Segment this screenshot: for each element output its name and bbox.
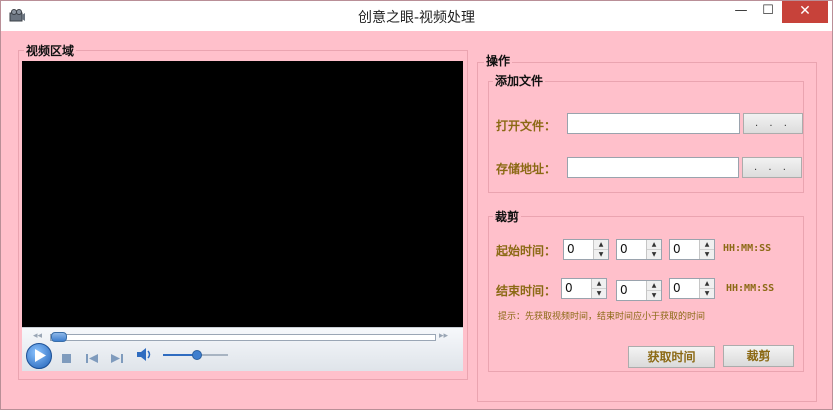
start-hours-spinner[interactable]: 0 ▲ ▼ xyxy=(563,239,609,260)
video-screen[interactable] xyxy=(22,61,463,327)
volume-icon[interactable] xyxy=(137,346,153,365)
hint-text: 提示：先获取视频时间，结束时间应小于获取的时间 xyxy=(498,312,706,322)
spin-up-icon[interactable]: ▲ xyxy=(700,240,714,250)
end-seconds-spinner[interactable]: 0 ▲ ▼ xyxy=(669,278,715,299)
open-file-input[interactable] xyxy=(567,113,740,134)
previous-icon[interactable] xyxy=(86,348,98,367)
maximize-button[interactable]: ☐ xyxy=(755,1,781,23)
seek-handle[interactable] xyxy=(51,332,67,342)
crop-label: 裁剪 xyxy=(493,208,522,225)
media-player-controls: ◂◂ ▸▸ xyxy=(22,327,463,371)
start-time-label: 起始时间： xyxy=(496,244,557,258)
spin-up-icon[interactable]: ▲ xyxy=(647,281,661,291)
start-minutes-spinner[interactable]: 0 ▲ ▼ xyxy=(616,239,662,260)
add-file-label: 添加文件 xyxy=(493,72,546,89)
title-bar[interactable]: 创意之眼-视频处理 — ☐ ✕ xyxy=(1,1,832,31)
play-icon xyxy=(35,349,46,362)
get-time-button[interactable]: 获取时间 xyxy=(628,346,715,368)
play-button[interactable] xyxy=(26,343,52,369)
spin-down-icon[interactable]: ▼ xyxy=(594,250,608,259)
open-file-label: 打开文件： xyxy=(496,119,557,133)
save-path-label: 存储地址： xyxy=(496,162,557,176)
spin-down-icon[interactable]: ▼ xyxy=(647,250,661,259)
main-window: 创意之眼-视频处理 — ☐ ✕ 视频区域 ◂◂ ▸▸ 操作 添加文件 打开文件：… xyxy=(0,0,833,410)
minimize-button[interactable]: — xyxy=(728,1,754,23)
spin-up-icon[interactable]: ▲ xyxy=(592,279,606,289)
volume-fill xyxy=(163,354,196,356)
end-time-format: HH:MM:SS xyxy=(726,283,775,294)
video-area-label: 视频区域 xyxy=(24,42,77,59)
end-hours-spinner[interactable]: 0 ▲ ▼ xyxy=(561,278,607,299)
spin-down-icon[interactable]: ▼ xyxy=(647,291,661,300)
crop-button[interactable]: 裁剪 xyxy=(723,345,794,367)
save-path-browse-button[interactable]: . . . xyxy=(742,157,802,178)
volume-handle[interactable] xyxy=(191,350,202,360)
window-title: 创意之眼-视频处理 xyxy=(357,10,476,26)
spin-down-icon[interactable]: ▼ xyxy=(700,289,714,298)
seek-back-icon[interactable]: ◂◂ xyxy=(33,331,42,341)
end-hours-value: 0 xyxy=(565,281,573,295)
spin-down-icon[interactable]: ▼ xyxy=(700,250,714,259)
start-minutes-value: 0 xyxy=(620,242,628,256)
seek-bar[interactable] xyxy=(50,334,436,341)
open-file-browse-button[interactable]: . . . xyxy=(743,113,803,134)
start-time-format: HH:MM:SS xyxy=(723,243,772,254)
next-icon[interactable] xyxy=(111,348,123,367)
end-seconds-value: 0 xyxy=(673,281,681,295)
seek-forward-icon[interactable]: ▸▸ xyxy=(439,331,448,341)
end-minutes-value: 0 xyxy=(620,283,628,297)
spin-down-icon[interactable]: ▼ xyxy=(592,289,606,298)
start-hours-value: 0 xyxy=(567,242,575,256)
stop-icon[interactable] xyxy=(62,348,71,367)
spin-up-icon[interactable]: ▲ xyxy=(700,279,714,289)
start-seconds-value: 0 xyxy=(673,242,681,256)
spin-up-icon[interactable]: ▲ xyxy=(594,240,608,250)
close-button[interactable]: ✕ xyxy=(782,1,828,23)
start-seconds-spinner[interactable]: 0 ▲ ▼ xyxy=(669,239,715,260)
end-minutes-spinner[interactable]: 0 ▲ ▼ xyxy=(616,280,662,301)
spin-up-icon[interactable]: ▲ xyxy=(647,240,661,250)
save-path-input[interactable] xyxy=(567,157,739,178)
end-time-label: 结束时间： xyxy=(496,284,557,298)
operations-label: 操作 xyxy=(484,52,513,69)
